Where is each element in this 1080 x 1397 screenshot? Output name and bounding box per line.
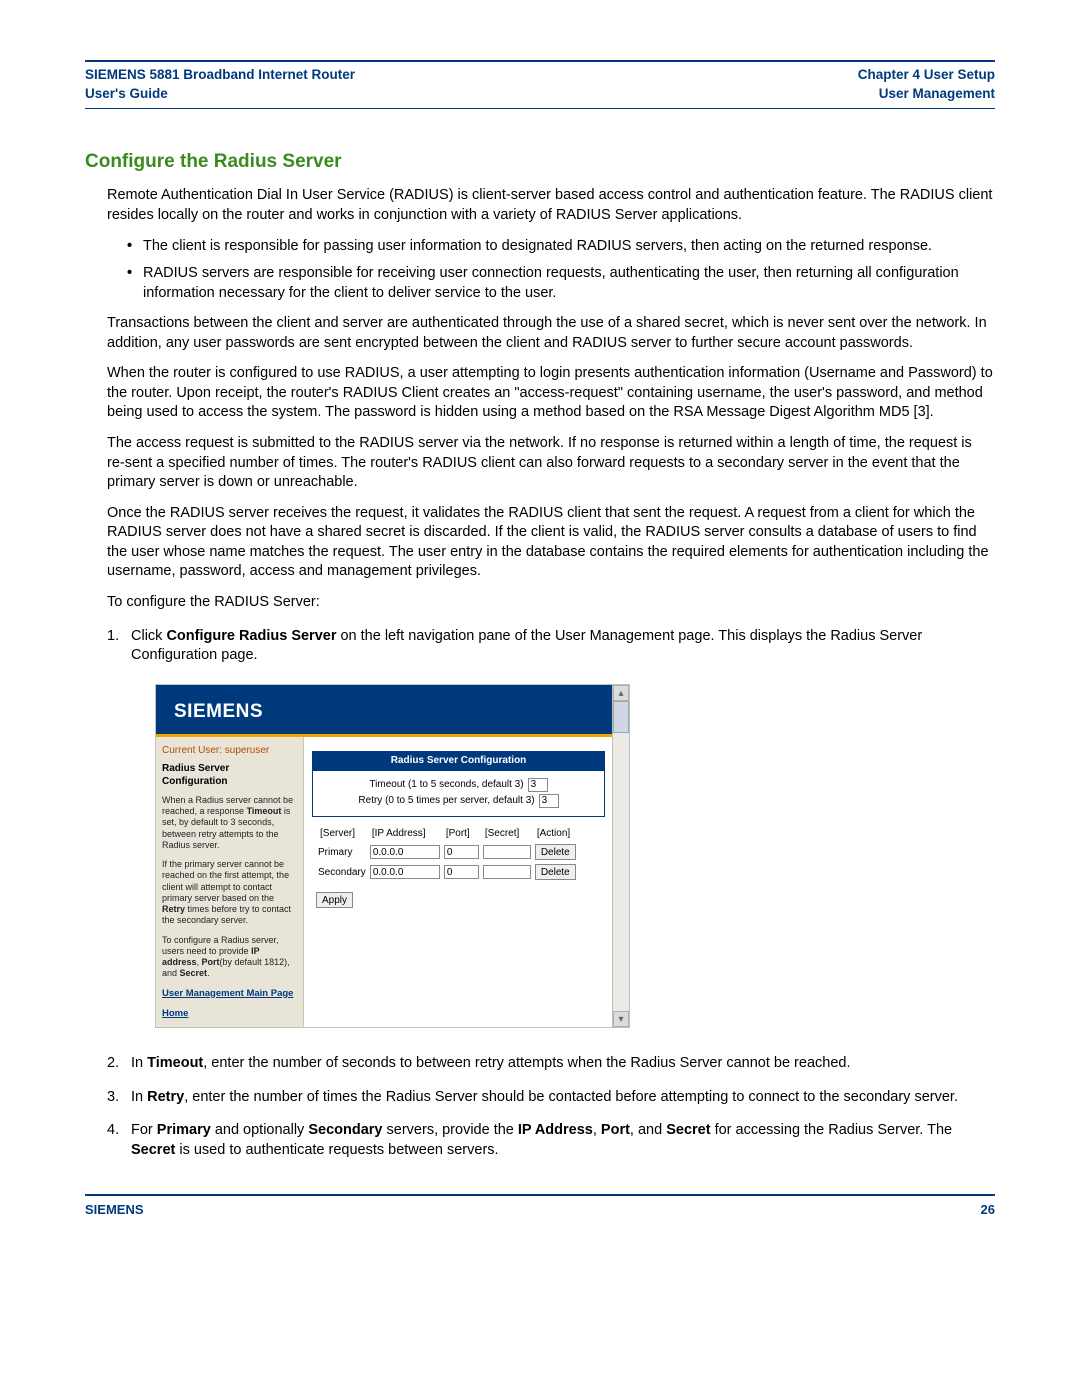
port-input[interactable] <box>444 845 479 859</box>
table-header-row: [Server] [IP Address] [Port] [Secret] [A… <box>316 825 578 843</box>
left-pane-title: Radius Server Configuration <box>162 762 297 789</box>
apply-button[interactable]: Apply <box>316 892 353 908</box>
config-content-pane: Radius Server Configuration Timeout (1 t… <box>304 737 613 1027</box>
col-ip: [IP Address] <box>368 825 442 843</box>
timeout-label: Timeout (1 to 5 seconds, default 3) <box>369 778 523 792</box>
paragraph: Once the RADIUS server receives the requ… <box>107 504 993 582</box>
ip-input[interactable] <box>370 845 440 859</box>
ip-input[interactable] <box>370 865 440 879</box>
secret-input[interactable] <box>483 845 531 859</box>
header-section: User Management <box>858 85 995 104</box>
col-action: [Action] <box>533 825 578 843</box>
paragraph: The access request is submitted to the R… <box>107 434 993 493</box>
home-link[interactable]: Home <box>162 1008 297 1021</box>
current-user-label: Current User: superuser <box>162 744 297 758</box>
bullet-item: RADIUS servers are responsible for recei… <box>127 264 993 303</box>
header-guide: User's Guide <box>85 85 355 104</box>
server-name-cell: Primary <box>316 842 368 862</box>
screenshot-figure: ▴ ▾ SIEMENS Current User: superuser Radi… <box>155 684 630 1029</box>
retry-input[interactable] <box>539 794 559 808</box>
table-row: Primary Delete <box>316 842 578 862</box>
page-number: 26 <box>981 1201 995 1219</box>
page-footer: SIEMENS 26 <box>85 1196 995 1219</box>
step-item: Click Configure Radius Server on the lef… <box>107 627 993 1029</box>
section-title: Configure the Radius Server <box>85 149 995 175</box>
col-server: [Server] <box>316 825 368 843</box>
paragraph: To configure the RADIUS Server: <box>107 593 993 613</box>
paragraph: When the router is configured to use RAD… <box>107 364 993 423</box>
user-mgmt-link[interactable]: User Management Main Page <box>162 988 297 1001</box>
port-input[interactable] <box>444 865 479 879</box>
retry-label: Retry (0 to 5 times per server, default … <box>358 794 534 808</box>
secret-input[interactable] <box>483 865 531 879</box>
help-note: When a Radius server cannot be reached, … <box>162 795 297 851</box>
table-row: Secondary Delete <box>316 862 578 882</box>
col-port: [Port] <box>442 825 481 843</box>
col-secret: [Secret] <box>481 825 533 843</box>
bullet-item: The client is responsible for passing us… <box>127 237 993 257</box>
scroll-thumb[interactable] <box>613 701 629 733</box>
footer-brand: SIEMENS <box>85 1201 144 1219</box>
help-note: To configure a Radius server, users need… <box>162 935 297 980</box>
server-name-cell: Secondary <box>316 862 368 882</box>
paragraph: Transactions between the client and serv… <box>107 314 993 353</box>
header-chapter: Chapter 4 User Setup <box>858 66 995 85</box>
servers-table: [Server] [IP Address] [Port] [Secret] [A… <box>316 825 578 883</box>
scrollbar[interactable]: ▴ ▾ <box>612 685 629 1028</box>
step-item: In Retry, enter the number of times the … <box>107 1088 993 1108</box>
header-product: SIEMENS 5881 Broadband Internet Router <box>85 66 355 85</box>
brand-bar: SIEMENS <box>156 685 613 738</box>
scroll-up-icon[interactable]: ▴ <box>613 685 629 701</box>
step-item: In Timeout, enter the number of seconds … <box>107 1054 993 1074</box>
config-panel-header: Radius Server Configuration <box>312 751 605 771</box>
intro-paragraph: Remote Authentication Dial In User Servi… <box>107 186 993 225</box>
delete-button[interactable]: Delete <box>535 864 576 880</box>
timeout-input[interactable] <box>528 778 548 792</box>
help-note: If the primary server cannot be reached … <box>162 859 297 927</box>
delete-button[interactable]: Delete <box>535 844 576 860</box>
step-item: For Primary and optionally Secondary ser… <box>107 1121 993 1160</box>
scroll-down-icon[interactable]: ▾ <box>613 1011 629 1027</box>
left-nav-pane: Current User: superuser Radius Server Co… <box>156 737 304 1027</box>
page-header: SIEMENS 5881 Broadband Internet Router U… <box>85 66 995 108</box>
